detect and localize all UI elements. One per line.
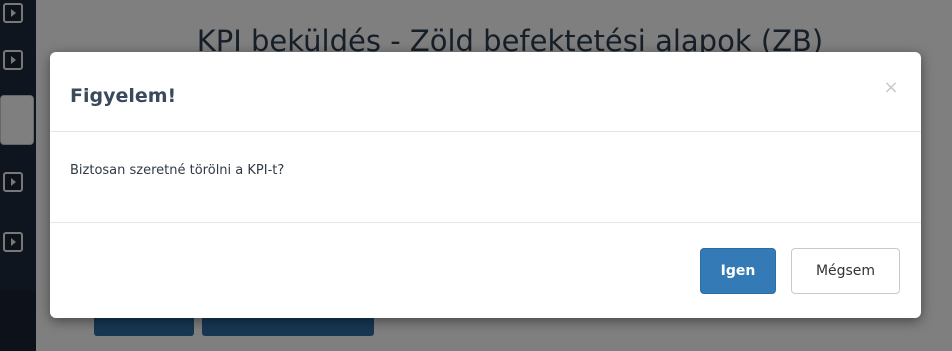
close-icon[interactable]: × xyxy=(881,76,901,100)
dialog-body: Biztosan szeretné törölni a KPI-t? xyxy=(50,132,921,223)
dialog-message: Biztosan szeretné törölni a KPI-t? xyxy=(70,163,285,178)
screen: KPI beküldés - Zöld befektetési alapok (… xyxy=(0,0,952,351)
confirm-button[interactable]: Igen xyxy=(700,248,776,294)
cancel-button[interactable]: Mégsem xyxy=(791,248,900,294)
dialog-footer: Igen Mégsem xyxy=(50,223,921,318)
dialog-title: Figyelem! xyxy=(70,85,177,107)
dialog-header: Figyelem! × xyxy=(50,52,921,132)
confirm-dialog: Figyelem! × Biztosan szeretné törölni a … xyxy=(50,52,921,318)
